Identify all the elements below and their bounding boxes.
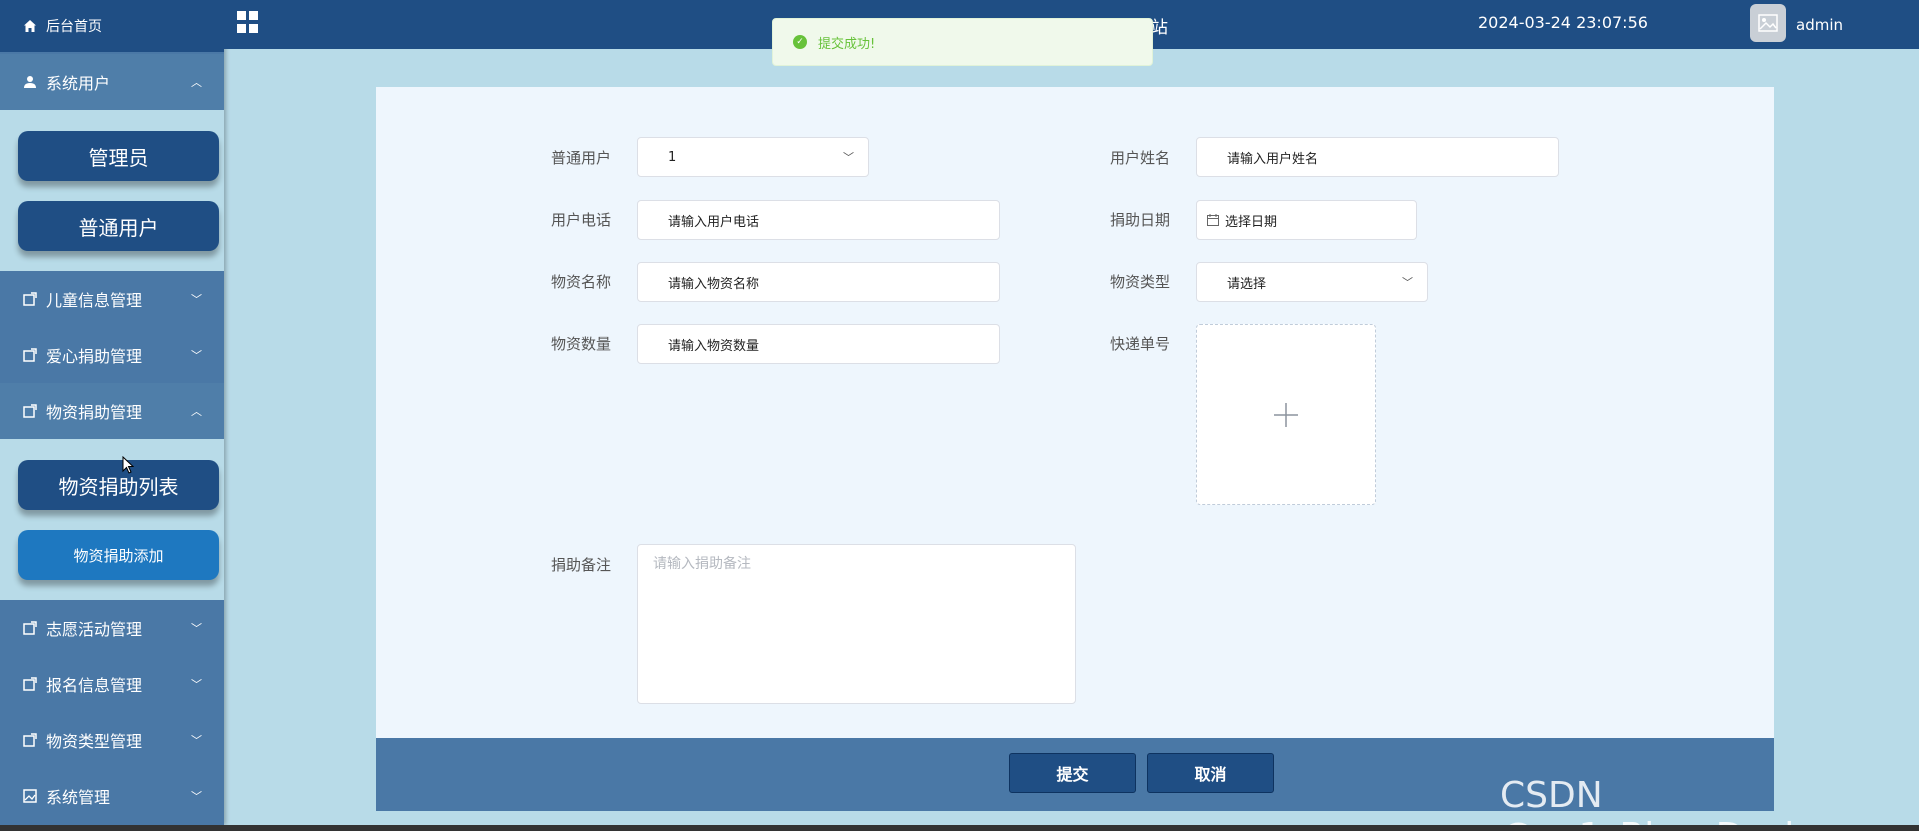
calendar-icon xyxy=(1207,214,1219,226)
user-phone-input[interactable]: 请输入用户电话 xyxy=(637,200,1000,240)
chevron-down-icon: ﹀ xyxy=(191,349,202,362)
donate-date-label: 捐助日期 xyxy=(1110,211,1171,229)
cancel-button[interactable]: 取消 xyxy=(1147,753,1274,793)
normal-user-label: 普通用户 xyxy=(551,149,612,167)
sidebar-item-goods-add[interactable]: 物资捐助添加 xyxy=(18,530,219,580)
sidebar-menu-label: 儿童信息管理 xyxy=(46,291,143,310)
bottom-edge xyxy=(0,825,1919,831)
avatar[interactable] xyxy=(1750,4,1786,42)
edit-icon xyxy=(22,620,38,636)
normal-user-value: 1 xyxy=(668,149,677,165)
express-upload[interactable] xyxy=(1196,324,1376,505)
sidebar-menu-label: 系统管理 xyxy=(46,788,111,807)
sidebar-menu-label: 爱心捐助管理 xyxy=(46,347,143,366)
goods-name-placeholder: 请输入物资名称 xyxy=(668,276,760,292)
chevron-down-icon: ﹀ xyxy=(191,790,202,803)
datetime-display: 2024-03-24 23:07:56 xyxy=(1478,13,1648,32)
chevron-down-icon: ﹀ xyxy=(191,293,202,306)
cancel-button-label: 取消 xyxy=(1194,765,1227,784)
sidebar-item-normal-user[interactable]: 普通用户 xyxy=(18,201,219,251)
sidebar-item-admin[interactable]: 管理员 xyxy=(18,131,219,181)
sidebar-menu-goods-type[interactable]: 物资类型管理 ﹀ xyxy=(0,712,224,768)
edit-icon xyxy=(22,676,38,692)
chevron-down-icon: ﹀ xyxy=(191,734,202,747)
remark-textarea[interactable]: 请输入捐助备注 xyxy=(637,544,1076,704)
goods-type-placeholder: 请选择 xyxy=(1227,276,1267,292)
form-card: 普通用户 1 ﹀ 用户姓名 请输入用户姓名 用户电话 请输入用户电话 捐助日期 … xyxy=(376,87,1774,811)
sidebar-item-label: 管理员 xyxy=(88,145,149,170)
mouse-cursor-icon xyxy=(122,455,135,478)
goods-qty-input[interactable]: 请输入物资数量 xyxy=(637,324,1000,364)
sidebar-item-label: 物资捐助添加 xyxy=(73,546,164,565)
edit-icon xyxy=(22,732,38,748)
goods-type-select[interactable]: 请选择 ﹀ xyxy=(1196,262,1428,302)
express-label: 快递单号 xyxy=(1110,335,1171,353)
sidebar-menu-system-users[interactable]: 系统用户 ︿ xyxy=(0,54,224,110)
picture-icon xyxy=(22,788,38,804)
image-placeholder-icon xyxy=(1758,14,1778,32)
success-toast: ✓ 提交成功! xyxy=(772,18,1153,66)
sidebar-item-home[interactable]: 后台首页 xyxy=(0,0,224,52)
sidebar-menu-system[interactable]: 系统管理 ﹀ xyxy=(0,768,224,824)
submit-button[interactable]: 提交 xyxy=(1009,753,1136,793)
sidebar-item-label: 普通用户 xyxy=(78,215,159,240)
chevron-down-icon: ﹀ xyxy=(843,151,854,164)
sidebar-menu-volunteer[interactable]: 志愿活动管理 ﹀ xyxy=(0,600,224,656)
menu-grid-icon[interactable] xyxy=(237,11,259,33)
sidebar-menu-label: 物资捐助管理 xyxy=(46,403,143,422)
remark-placeholder: 请输入捐助备注 xyxy=(653,556,751,572)
goods-type-label: 物资类型 xyxy=(1110,273,1171,291)
user-phone-placeholder: 请输入用户电话 xyxy=(668,214,760,230)
sidebar-menu-label: 志愿活动管理 xyxy=(46,620,143,639)
remark-label: 捐助备注 xyxy=(551,556,612,574)
user-phone-label: 用户电话 xyxy=(551,211,612,229)
chevron-down-icon: ﹀ xyxy=(191,678,202,691)
toast-message: 提交成功! xyxy=(818,36,876,52)
check-circle-icon: ✓ xyxy=(793,35,807,49)
user-name-placeholder: 请输入用户姓名 xyxy=(1227,151,1319,167)
donate-date-placeholder: 选择日期 xyxy=(1225,214,1278,230)
sidebar-menu-love-donate[interactable]: 爱心捐助管理 ﹀ xyxy=(0,327,224,383)
sidebar-item-goods-list[interactable]: 物资捐助列表 xyxy=(18,460,219,510)
edit-icon xyxy=(22,291,38,307)
sidebar-menu-goods-donate[interactable]: 物资捐助管理 ︿ xyxy=(0,383,224,439)
sidebar-item-home-label: 后台首页 xyxy=(46,19,102,35)
plus-icon xyxy=(1274,402,1298,427)
chevron-up-icon: ︿ xyxy=(191,405,202,418)
sidebar-menu-label: 物资类型管理 xyxy=(46,732,143,751)
goods-name-label: 物资名称 xyxy=(551,273,612,291)
sidebar-menu-label: 系统用户 xyxy=(46,74,111,93)
sidebar-menu-signup[interactable]: 报名信息管理 ﹀ xyxy=(0,656,224,712)
edit-icon xyxy=(22,403,38,419)
home-icon xyxy=(22,18,38,34)
donate-date-picker[interactable]: 选择日期 xyxy=(1196,200,1417,240)
sidebar: 后台首页 系统用户 ︿ 管理员 普通用户 儿童信息管理 ﹀ 爱心捐助管理 ﹀ 物… xyxy=(0,0,224,825)
submit-button-label: 提交 xyxy=(1056,765,1089,784)
user-icon xyxy=(22,74,38,90)
goods-qty-placeholder: 请输入物资数量 xyxy=(668,338,760,354)
user-name-label: 用户姓名 xyxy=(1110,149,1171,167)
chevron-down-icon: ﹀ xyxy=(1402,276,1413,289)
normal-user-select[interactable]: 1 ﹀ xyxy=(637,137,869,177)
sidebar-menu-children[interactable]: 儿童信息管理 ﹀ xyxy=(0,271,224,327)
edit-icon xyxy=(22,347,38,363)
chevron-up-icon: ︿ xyxy=(191,76,202,89)
sidebar-menu-label: 报名信息管理 xyxy=(46,676,143,695)
goods-qty-label: 物资数量 xyxy=(551,335,612,353)
watermark: CSDN @vx1_Biye_Design xyxy=(1500,775,1840,831)
chevron-down-icon: ﹀ xyxy=(191,622,202,635)
goods-name-input[interactable]: 请输入物资名称 xyxy=(637,262,1000,302)
sidebar-item-label: 物资捐助列表 xyxy=(58,474,179,499)
user-name-input[interactable]: 请输入用户姓名 xyxy=(1196,137,1559,177)
username[interactable]: admin xyxy=(1796,16,1843,34)
